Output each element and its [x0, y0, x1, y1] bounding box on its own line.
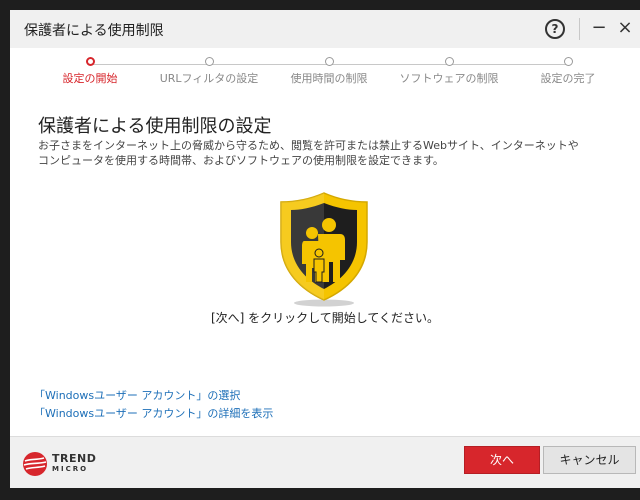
description-line-2: コンピュータを使用する時間帯、およびソフトウェアの使用制限を設定できます。	[38, 154, 444, 167]
footer-bar: TREND MICRO 次へ キャンセル	[10, 436, 640, 488]
step-url-filter: URLフィルタの設定	[139, 57, 279, 86]
description-line-1: お子さまをインターネット上の脅威から守るため、閲覧を許可または禁止するWebサイ…	[38, 139, 579, 152]
help-button[interactable]: ?	[545, 19, 565, 39]
step-dot	[563, 57, 573, 66]
minimize-button[interactable]: −	[587, 16, 611, 40]
logo-text-micro: MICRO	[52, 465, 89, 473]
page-description: お子さまをインターネット上の脅威から守るため、閲覧を許可または禁止するWebサイ…	[38, 138, 618, 168]
parental-controls-window: 保護者による使用制限 ? − × 設定の開始 URLフィルタの設定 使用時間の制…	[10, 10, 640, 488]
step-complete: 設定の完了	[498, 57, 638, 86]
close-icon: ×	[617, 17, 633, 38]
page-heading: 保護者による使用制限の設定	[38, 116, 272, 137]
step-dot	[324, 57, 334, 66]
step-time-limit: 使用時間の制限	[259, 57, 399, 86]
select-account-link[interactable]: 「Windowsユーザー アカウント」の選択	[34, 387, 240, 403]
logo-text-trend: TREND	[52, 452, 97, 465]
title-bar: 保護者による使用制限 ? − ×	[10, 10, 640, 48]
step-label: URLフィルタの設定	[159, 72, 259, 85]
step-dot	[204, 57, 214, 66]
titlebar-divider	[579, 18, 580, 40]
window-title: 保護者による使用制限	[24, 23, 164, 39]
cancel-button[interactable]: キャンセル	[543, 446, 636, 474]
family-shield-icon	[280, 192, 368, 307]
trend-micro-logo-icon	[23, 452, 47, 476]
next-button[interactable]: 次へ	[464, 446, 540, 474]
step-label: 設定の完了	[540, 72, 596, 85]
step-dot	[85, 57, 95, 66]
trend-micro-logo: TREND MICRO	[22, 449, 112, 479]
instruction-text: [次へ] をクリックして開始してください。	[210, 311, 440, 325]
help-icon: ?	[551, 22, 559, 36]
account-details-link[interactable]: 「Windowsユーザー アカウント」の詳細を表示	[34, 405, 273, 421]
step-label: 使用時間の制限	[290, 72, 368, 85]
step-dot	[444, 57, 454, 66]
close-button[interactable]: ×	[613, 16, 637, 40]
minimize-icon: −	[591, 17, 607, 38]
